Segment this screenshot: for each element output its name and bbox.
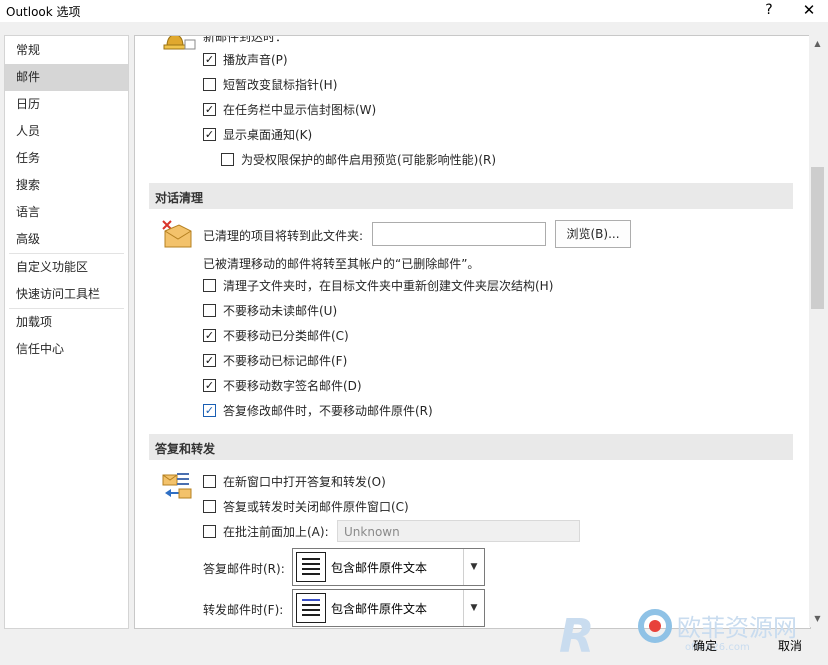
checkbox-dont-move-original[interactable]: ✓ (203, 404, 216, 417)
reply-option-select[interactable]: 包含邮件原件文本 ▼ (292, 548, 485, 586)
label-forward-option: 转发邮件时(F): (203, 603, 284, 617)
label-change-pointer: 短暂改变鼠标指针(H) (223, 78, 338, 92)
label-taskbar-envelope: 在任务栏中显示信封图标(W) (223, 103, 377, 117)
section-title: 答复和转发 (155, 442, 216, 456)
help-button[interactable]: ? (756, 0, 782, 22)
cleanup-folder-input[interactable] (372, 222, 546, 246)
sidebar-item-calendar[interactable]: 日历 (5, 91, 128, 118)
sidebar-item-tasks[interactable]: 任务 (5, 145, 128, 172)
title-bar: Outlook 选项 ? ✕ (0, 0, 828, 22)
checkbox-dont-move-unread[interactable] (203, 304, 216, 317)
sidebar-item-customize-ribbon[interactable]: 自定义功能区 (5, 254, 128, 281)
bell-icon (163, 36, 196, 50)
forward-option-value: 包含邮件原件文本 (331, 602, 428, 616)
checkbox-prefix-comments[interactable] (203, 525, 216, 538)
prefix-input[interactable]: Unknown (337, 520, 580, 542)
chevron-down-icon[interactable]: ▼ (463, 590, 484, 626)
label-dont-move-unread: 不要移动未读邮件(U) (223, 304, 338, 318)
checkbox-close-original[interactable] (203, 500, 216, 513)
sidebar-item-people[interactable]: 人员 (5, 118, 128, 145)
checkbox-taskbar-envelope[interactable]: ✓ (203, 103, 216, 116)
close-button[interactable]: ✕ (796, 0, 822, 22)
label-cleanup-folder: 已清理的项目将转到此文件夹: (203, 229, 364, 243)
ok-button[interactable]: 确定 (690, 632, 720, 660)
sidebar-item-addins[interactable]: 加载项 (5, 309, 128, 336)
sidebar-item-mail[interactable]: 邮件 (5, 64, 128, 91)
checkbox-desktop-alert[interactable]: ✓ (203, 128, 216, 141)
checkbox-open-new-window[interactable] (203, 475, 216, 488)
label-close-original: 答复或转发时关闭邮件原件窗口(C) (223, 500, 409, 514)
document-lines-icon (296, 552, 326, 582)
label-open-new-window: 在新窗口中打开答复和转发(O) (223, 475, 386, 489)
sidebar-item-general[interactable]: 常规 (5, 37, 128, 64)
section-title: 对话清理 (155, 191, 204, 205)
cleanup-note: 已被清理移动的邮件将转至其帐户的“已删除邮件”。 (203, 257, 480, 271)
reply-forward-icon (162, 473, 192, 499)
svg-text:R: R (559, 609, 594, 662)
sidebar-item-language[interactable]: 语言 (5, 199, 128, 226)
scroll-down-arrow-icon[interactable]: ▼ (809, 610, 826, 627)
checkbox-dont-move-signed[interactable]: ✓ (203, 379, 216, 392)
window-title: Outlook 选项 (6, 5, 81, 19)
document-lines-icon (296, 593, 326, 623)
cleanup-envelope-icon (162, 220, 192, 248)
label-rights-preview: 为受权限保护的邮件启用预览(可能影响性能)(R) (241, 153, 497, 167)
browse-button[interactable]: 浏览(B)... (555, 220, 631, 248)
checkbox-dont-move-flagged[interactable]: ✓ (203, 354, 216, 367)
forward-option-select[interactable]: 包含邮件原件文本 ▼ (292, 589, 485, 627)
label-dont-move-signed: 不要移动数字签名邮件(D) (223, 379, 362, 393)
chevron-down-icon[interactable]: ▼ (463, 549, 484, 585)
arrival-heading: 新邮件到达时： (203, 35, 288, 44)
checkbox-rights-preview[interactable] (221, 153, 234, 166)
label-prefix-comments: 在批注前面加上(A): (223, 525, 329, 539)
label-dont-move-original: 答复修改邮件时，不要移动邮件原件(R) (223, 404, 433, 418)
checkbox-change-pointer[interactable] (203, 78, 216, 91)
sidebar-item-advanced[interactable]: 高级 (5, 226, 128, 253)
sidebar: 常规 邮件 日历 人员 任务 搜索 语言 高级 自定义功能区 快速访问工具栏 加… (4, 35, 129, 629)
reply-option-value: 包含邮件原件文本 (331, 561, 428, 575)
label-desktop-alert: 显示桌面通知(K) (223, 128, 313, 142)
cancel-button[interactable]: 取消 (775, 632, 805, 660)
sidebar-item-trust-center[interactable]: 信任中心 (5, 336, 128, 363)
scroll-up-arrow-icon[interactable]: ▲ (809, 35, 826, 52)
scroll-thumb[interactable] (811, 167, 824, 309)
checkbox-dont-move-categorized[interactable]: ✓ (203, 329, 216, 342)
sidebar-item-search[interactable]: 搜索 (5, 172, 128, 199)
sidebar-item-quick-access-toolbar[interactable]: 快速访问工具栏 (5, 281, 128, 308)
label-dont-move-categorized: 不要移动已分类邮件(C) (223, 329, 349, 343)
label-reply-option: 答复邮件时(R): (203, 562, 285, 576)
vertical-scrollbar[interactable]: ▲ ▼ (809, 35, 826, 627)
options-content: 新邮件到达时： ✓ 播放声音(P) 短暂改变鼠标指针(H) ✓ 在任务栏中显示信… (134, 35, 811, 629)
watermark-logo: R 欧菲资源网 office26.com (559, 609, 797, 662)
section-header-conversation-cleanup: 对话清理 (149, 183, 793, 209)
label-play-sound: 播放声音(P) (223, 53, 288, 67)
section-header-replies-forwards: 答复和转发 (149, 434, 793, 460)
checkbox-play-sound[interactable]: ✓ (203, 53, 216, 66)
label-recreate-hierarchy: 清理子文件夹时，在目标文件夹中重新创建文件夹层次结构(H) (223, 279, 554, 293)
checkbox-recreate-hierarchy[interactable] (203, 279, 216, 292)
label-dont-move-flagged: 不要移动已标记邮件(F) (223, 354, 348, 368)
